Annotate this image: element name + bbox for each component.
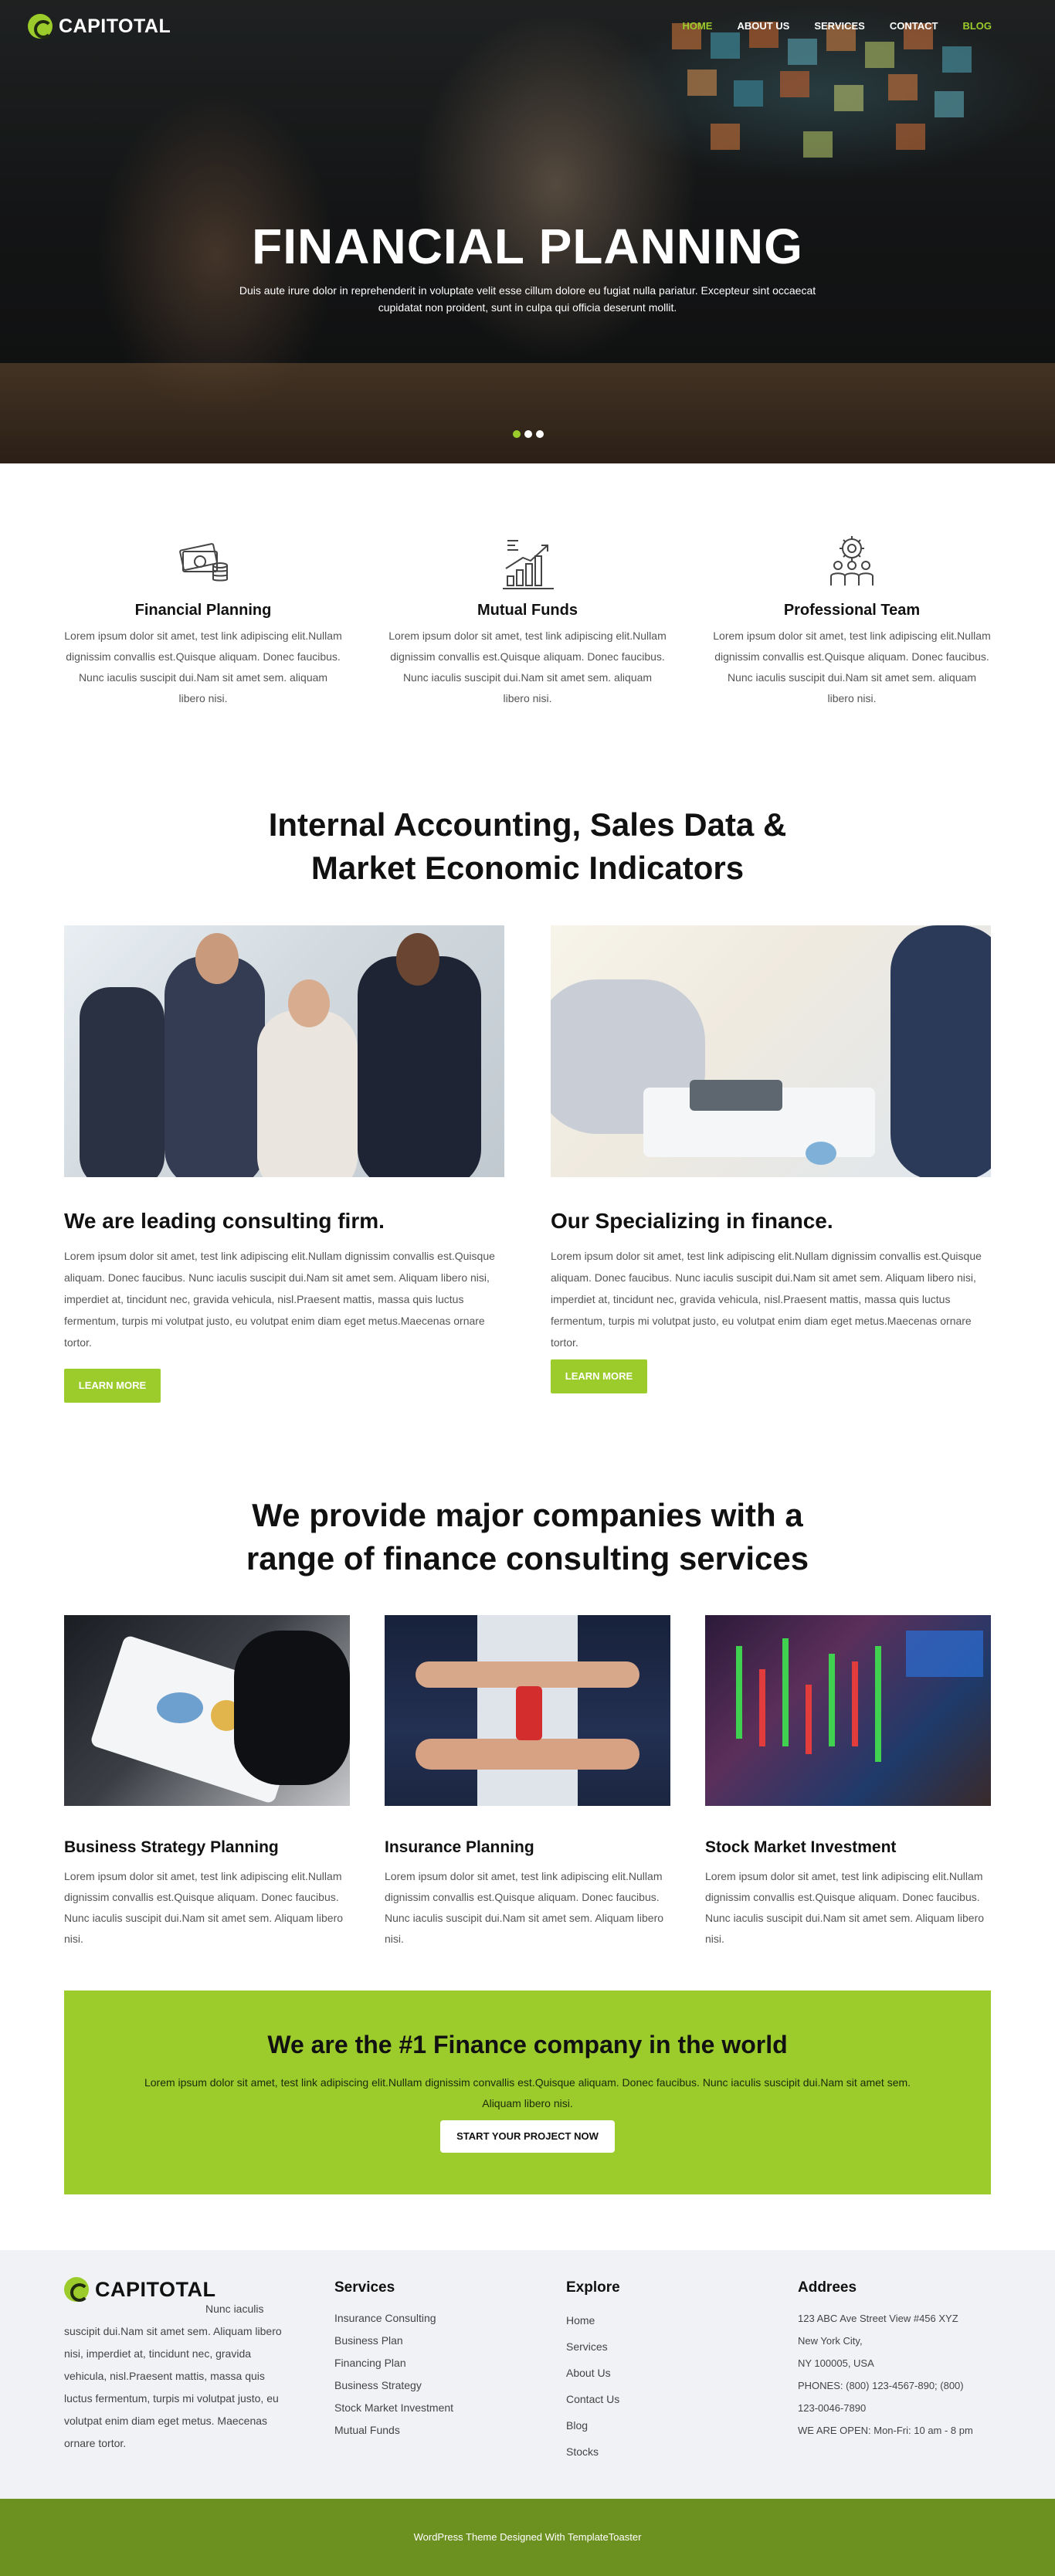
growth-chart-icon bbox=[503, 540, 554, 589]
consulting-team-photo bbox=[64, 925, 504, 1177]
money-coins-icon bbox=[179, 543, 228, 582]
footer-address: Addrees 123 ABC Ave Street View #456 XYZ… bbox=[798, 2279, 973, 2442]
feature-text: Lorem ipsum dolor sit amet, test link ad… bbox=[64, 630, 342, 704]
insurance-planning-photo bbox=[385, 1615, 670, 1806]
feature-professional-team: Professional Team Lorem ipsum dolor sit … bbox=[713, 531, 991, 709]
hero-slider: CAPITOTAL HOME ABOUT US SERVICES CONTACT… bbox=[0, 0, 1055, 463]
footer-link[interactable]: Services bbox=[566, 2333, 620, 2360]
start-project-button[interactable]: START YOUR PROJECT NOW bbox=[440, 2120, 615, 2153]
footer-link[interactable]: Financing Plan bbox=[334, 2352, 453, 2374]
service-text: Lorem ipsum dolor sit amet, test link ad… bbox=[705, 1870, 985, 1945]
address-line: New York City, bbox=[798, 2335, 863, 2347]
feature-text: Lorem ipsum dolor sit amet, test link ad… bbox=[388, 630, 667, 704]
column-text: Lorem ipsum dolor sit amet, test link ad… bbox=[551, 1250, 982, 1349]
footer-explore-title: Explore bbox=[566, 2279, 620, 2296]
learn-more-button[interactable]: LEARN MORE bbox=[551, 1359, 647, 1393]
hero-title: FINANCIAL PLANNING bbox=[252, 219, 803, 274]
slider-dots bbox=[513, 430, 544, 438]
feature-title: Professional Team bbox=[783, 602, 921, 619]
credit-text: WordPress Theme Designed With TemplateTo… bbox=[413, 2531, 642, 2543]
footer-link[interactable]: Blog bbox=[566, 2412, 620, 2439]
footer-link[interactable]: Contact Us bbox=[566, 2386, 620, 2412]
main-menu: HOME ABOUT US SERVICES CONTACT BLOG bbox=[682, 20, 992, 32]
feature-financial-planning: Financial Planning Lorem ipsum dolor sit… bbox=[64, 531, 342, 709]
slider-dot-2[interactable] bbox=[524, 430, 532, 438]
cta-banner: We are the #1 Finance company in the wor… bbox=[64, 1991, 991, 2194]
logo-mark-icon bbox=[28, 14, 53, 39]
hero-subtitle: Duis aute irure dolor in reprehenderit i… bbox=[239, 284, 816, 314]
footer-services: Services Insurance Consulting Business P… bbox=[334, 2279, 453, 2442]
footer-link[interactable]: About Us bbox=[566, 2360, 620, 2386]
nav-about-us[interactable]: ABOUT US bbox=[737, 20, 789, 32]
footer-services-title: Services bbox=[334, 2279, 395, 2296]
footer-link[interactable]: Home bbox=[566, 2307, 620, 2333]
business-strategy-photo bbox=[64, 1615, 350, 1806]
logo-text: CAPITOTAL bbox=[59, 15, 171, 37]
address-line: 123-0046-7890 bbox=[798, 2402, 867, 2414]
column-title: We are leading consulting firm. bbox=[64, 1209, 385, 1233]
nav-services[interactable]: SERVICES bbox=[814, 20, 865, 32]
column-text: Lorem ipsum dolor sit amet, test link ad… bbox=[64, 1250, 495, 1349]
address-line: WE ARE OPEN: Mon-Fri: 10 am - 8 pm bbox=[798, 2425, 973, 2436]
cta-title: We are the #1 Finance company in the wor… bbox=[267, 2031, 788, 2058]
site-logo[interactable]: CAPITOTAL bbox=[28, 14, 171, 39]
services-title: We provide major companies with a range … bbox=[246, 1497, 809, 1576]
service-title: Stock Market Investment bbox=[705, 1838, 897, 1856]
copyright-bar: WordPress Theme Designed With TemplateTo… bbox=[0, 2499, 1055, 2576]
cta-text: Lorem ipsum dolor sit amet, test link ad… bbox=[144, 2076, 911, 2109]
slider-dot-3[interactable] bbox=[536, 430, 544, 438]
team-gear-icon bbox=[830, 536, 874, 585]
feature-title: Mutual Funds bbox=[477, 602, 578, 619]
footer-link[interactable]: Business Plan bbox=[334, 2330, 453, 2352]
service-title: Business Strategy Planning bbox=[64, 1838, 279, 1856]
service-text: Lorem ipsum dolor sit amet, test link ad… bbox=[64, 1870, 344, 1945]
service-text: Lorem ipsum dolor sit amet, test link ad… bbox=[385, 1870, 664, 1945]
footer-link[interactable]: Mutual Funds bbox=[334, 2419, 453, 2442]
footer-link[interactable]: Business Strategy bbox=[334, 2374, 453, 2397]
footer-link[interactable]: Stocks bbox=[566, 2439, 620, 2465]
footer-link[interactable]: Stock Market Investment bbox=[334, 2397, 453, 2419]
footer-link[interactable]: Insurance Consulting bbox=[334, 2307, 453, 2330]
footer-address-title: Addrees bbox=[798, 2279, 857, 2296]
nav-blog[interactable]: BLOG bbox=[962, 20, 992, 32]
feature-title: Financial Planning bbox=[134, 602, 272, 619]
stock-market-photo bbox=[705, 1615, 991, 1806]
footer: CAPITOTAL Nunc iaculis suscipit dui.Nam … bbox=[0, 2250, 1055, 2499]
address-line: 123 ABC Ave Street View #456 XYZ bbox=[798, 2313, 958, 2324]
footer-explore: Explore Home Services About Us Contact U… bbox=[566, 2279, 620, 2465]
nav-home[interactable]: HOME bbox=[682, 20, 712, 32]
slider-dot-1[interactable] bbox=[513, 430, 521, 438]
accounting-title: Internal Accounting, Sales Data & Market… bbox=[268, 806, 787, 886]
address-line: PHONES: (800) 123-4567-890; (800) bbox=[798, 2380, 964, 2391]
features-section: Financial Planning Lorem ipsum dolor sit… bbox=[0, 463, 1055, 765]
learn-more-button[interactable]: LEARN MORE bbox=[64, 1369, 161, 1403]
service-title: Insurance Planning bbox=[385, 1838, 534, 1856]
finance-desk-photo bbox=[551, 925, 991, 1177]
feature-text: Lorem ipsum dolor sit amet, test link ad… bbox=[713, 630, 991, 704]
column-title: Our Specializing in finance. bbox=[551, 1209, 833, 1233]
nav-contact[interactable]: CONTACT bbox=[890, 20, 938, 32]
feature-mutual-funds: Mutual Funds Lorem ipsum dolor sit amet,… bbox=[388, 531, 667, 709]
footer-about-text: Nunc iaculis suscipit dui.Nam sit amet s… bbox=[64, 2303, 282, 2449]
address-line: NY 100005, USA bbox=[798, 2357, 874, 2369]
top-navigation: CAPITOTAL HOME ABOUT US SERVICES CONTACT… bbox=[0, 0, 1055, 54]
